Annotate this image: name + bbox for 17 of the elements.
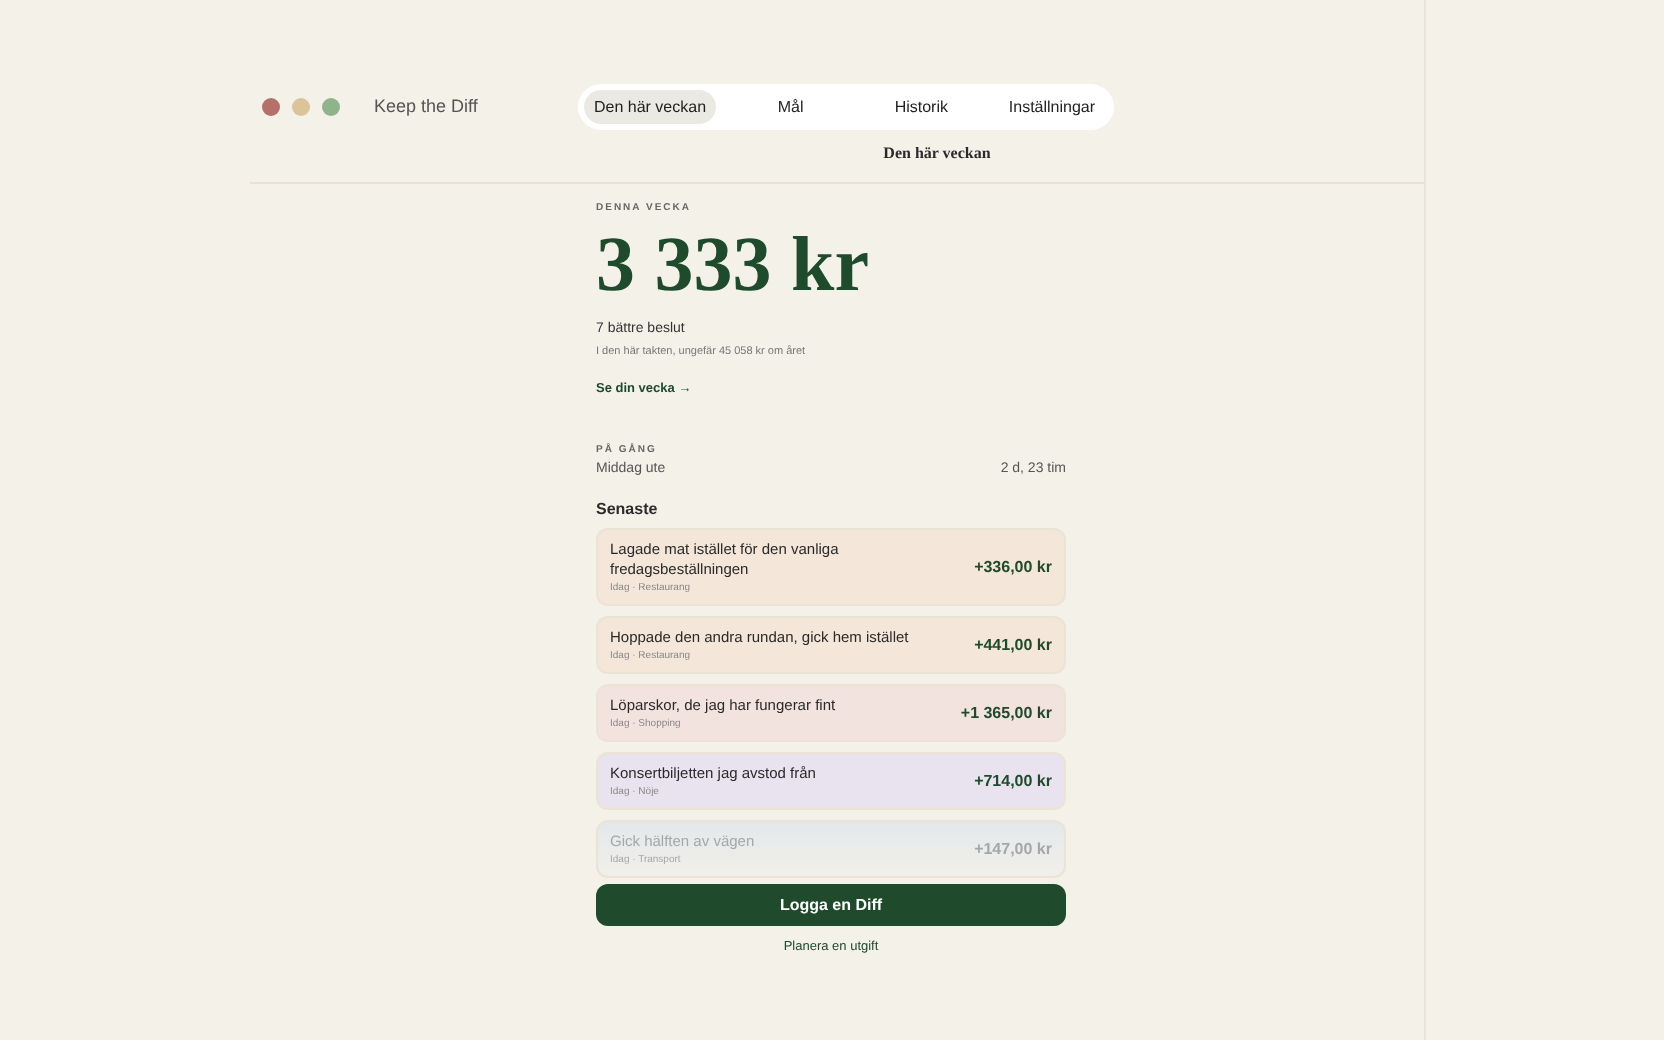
- window-close-dot[interactable]: [262, 97, 280, 115]
- recent-heading: Senaste: [596, 500, 660, 518]
- diff-amount: +336,00 kr: [974, 558, 1052, 576]
- nav-tab[interactable]: Mål: [734, 89, 847, 123]
- nav-tab[interactable]: Historik: [865, 89, 978, 123]
- total-amount: 3 333 kr: [596, 222, 871, 310]
- page-title: Den här veckan: [250, 128, 1424, 184]
- log-diff-button[interactable]: Logga en Diff: [596, 884, 1066, 926]
- window-maximize-dot[interactable]: [322, 97, 340, 115]
- nav-tab[interactable]: Den här veckan: [584, 89, 717, 123]
- diff-amount: +1 365,00 kr: [960, 704, 1052, 722]
- app-title: Keep the Diff: [374, 96, 480, 116]
- diff-amount: +147,00 kr: [974, 840, 1052, 858]
- nav-tab[interactable]: Inställningar: [995, 89, 1108, 123]
- window-minimize-dot[interactable]: [292, 97, 310, 115]
- diff-amount: +441,00 kr: [974, 636, 1052, 654]
- diff-amount: +714,00 kr: [974, 772, 1052, 790]
